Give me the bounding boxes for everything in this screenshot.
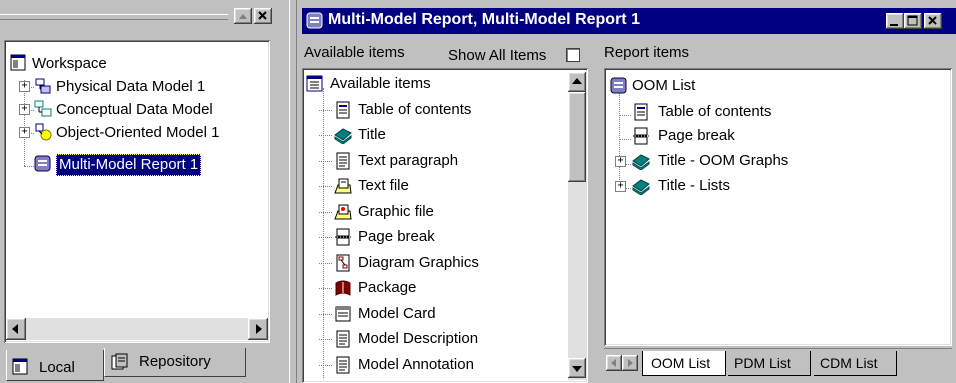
available-item-label: Model Annotation [358,355,474,373]
minimize-button[interactable] [886,13,904,29]
graphic-file-icon [334,203,352,221]
workspace-panel: Workspace + Physical Data Model 1 + Conc… [0,0,289,383]
tab-label: CDM List [820,355,878,371]
report-items-rows: OOM List Table of contents Page break + … [608,72,948,342]
list-icon [306,75,324,93]
tab-scroll-left-button[interactable] [606,355,622,371]
toc-icon [632,103,650,121]
available-item-label: Text paragraph [358,151,459,169]
tab-scroll-right-button[interactable] [622,355,638,371]
page-break-icon [334,228,352,246]
report-item-label: Title - OOM Graphs [658,152,789,169]
available-item-label: Diagram Graphics [358,253,479,271]
window-title: Multi-Model Report, Multi-Model Report 1 [328,11,640,28]
tree-item-label: Conceptual Data Model [56,101,213,118]
book-icon [334,126,352,145]
workspace-tree: Workspace + Physical Data Model 1 + Conc… [4,40,270,343]
expand-conceptual-icon[interactable]: + [19,104,30,115]
available-vscrollbar[interactable] [568,72,586,380]
expand-physical-icon[interactable]: + [19,81,30,92]
tab-oom-list[interactable]: OOM List [642,351,726,376]
scroll-left-button[interactable] [6,318,26,340]
close-button[interactable] [924,13,942,29]
card-icon [334,305,352,323]
show-all-items-label: Show All Items [448,47,547,64]
report-item-label: Table of contents [658,103,772,120]
package-icon [334,279,352,297]
expand-oom-graphs-icon[interactable]: + [615,156,626,167]
tab-repository[interactable]: Repository [104,348,246,377]
document-icon [334,356,352,374]
oo-model-icon [34,123,52,141]
text-file-icon [334,177,352,195]
document-icon [334,330,352,348]
tab-label: Repository [139,353,211,370]
scroll-down-button[interactable] [568,358,586,378]
expand-lists-icon[interactable]: + [615,181,626,192]
document-icon [334,152,352,170]
available-item-label: Graphic file [358,202,434,220]
physical-model-icon [34,77,52,95]
tab-label: PDM List [734,355,791,371]
tab-label: Local [39,359,75,376]
available-item-label: Title [358,126,386,143]
tab-label: OOM List [651,355,711,371]
available-item-label: Package [358,279,417,296]
available-item-label: Text file [358,177,409,194]
report-item-label: OOM List [632,77,696,94]
report-window: Multi-Model Report, Multi-Model Report 1… [298,0,956,383]
page-break-icon [632,127,650,145]
available-items-header: Available items [304,44,405,61]
scroll-up-button[interactable] [568,72,586,92]
report-icon [306,12,324,30]
diagram-icon [334,254,352,272]
tab-local[interactable]: Local [6,350,104,381]
report-item-label: Page break [658,127,735,144]
panel-splitter[interactable] [289,0,297,383]
tree-item-label: Physical Data Model 1 [56,78,206,95]
panel-close-button[interactable] [254,8,272,24]
available-item-label: Page break [358,228,435,245]
title-bar[interactable]: Multi-Model Report, Multi-Model Report 1 [302,8,956,34]
tab-pdm-list[interactable]: PDM List [728,351,811,376]
tree-item-label: Multi-Model Report 1 [56,154,202,176]
repository-icon [111,353,129,371]
expand-oo-icon[interactable]: + [19,127,30,138]
available-items-rows: Available items Table of contents Title Tex… [306,72,568,380]
panel-maximize-button[interactable] [234,8,252,24]
book-icon [632,152,650,171]
book-icon [632,177,650,196]
report-icon [34,155,52,173]
report-items-header: Report items [604,44,690,61]
maximize-button[interactable] [904,13,922,29]
conceptual-model-icon [34,100,52,118]
tab-cdm-list[interactable]: CDM List [814,351,897,376]
tree-item-label: Object-Oriented Model 1 [56,124,220,141]
list-splitter[interactable] [590,40,598,383]
available-item-label: Model Card [358,304,436,322]
report-tab-strip: OOM List PDM List CDM List [604,348,952,379]
workspace-icon [10,54,28,72]
workspace-hscrollbar[interactable] [6,318,268,340]
available-item-label: Available items [330,75,431,92]
report-icon [610,77,628,95]
tree-item-label: Workspace [32,55,107,72]
scroll-right-button[interactable] [248,318,268,340]
report-item-label: Title - Lists [658,177,730,194]
panel-grip[interactable] [0,14,228,20]
scroll-thumb[interactable] [568,92,586,182]
show-all-items-checkbox[interactable] [566,48,580,62]
available-item-label: Model Description [358,330,479,347]
toc-icon [334,101,352,119]
local-icon [12,358,30,376]
available-item-label: Table of contents [358,100,472,118]
